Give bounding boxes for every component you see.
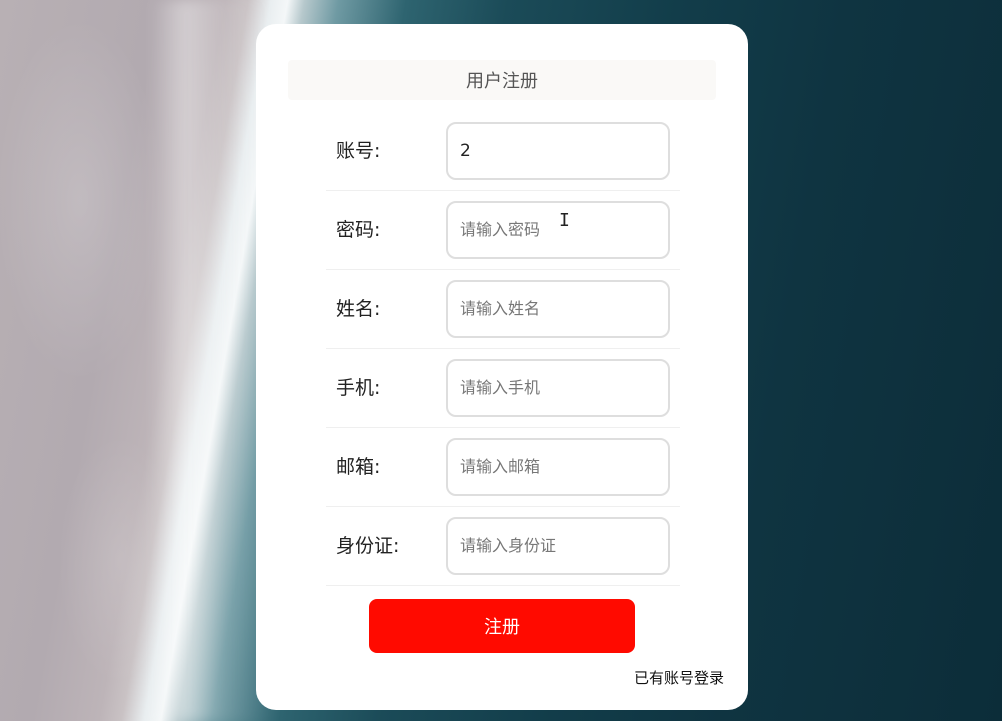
register-button[interactable]: 注册: [369, 599, 635, 653]
account-input[interactable]: [446, 122, 670, 180]
background-foam: [150, 0, 270, 721]
name-label: 姓名:: [336, 298, 381, 320]
name-input[interactable]: [446, 280, 670, 338]
register-card: 用户注册 账号: 密码: 姓名: 手机: 邮箱: 身份证: 注册 已有账号登录: [256, 24, 748, 710]
phone-label: 手机:: [336, 377, 381, 399]
password-label: 密码:: [336, 219, 381, 241]
login-link[interactable]: 已有账号登录: [634, 667, 724, 688]
field-row-password: 密码:: [326, 191, 680, 270]
email-input[interactable]: [446, 438, 670, 496]
field-row-id-card: 身份证:: [326, 507, 680, 586]
id-card-label: 身份证:: [336, 535, 400, 557]
form-title: 用户注册: [288, 60, 716, 100]
email-label: 邮箱:: [336, 456, 381, 478]
id-card-input[interactable]: [446, 517, 670, 575]
field-row-account: 账号:: [326, 112, 680, 191]
field-row-name: 姓名:: [326, 270, 680, 349]
phone-input[interactable]: [446, 359, 670, 417]
account-label: 账号:: [336, 140, 381, 162]
text-cursor-icon: I: [559, 210, 570, 231]
password-input[interactable]: [446, 201, 670, 259]
field-row-email: 邮箱:: [326, 428, 680, 507]
form-fields: 账号: 密码: 姓名: 手机: 邮箱: 身份证:: [326, 112, 680, 586]
field-row-phone: 手机:: [326, 349, 680, 428]
